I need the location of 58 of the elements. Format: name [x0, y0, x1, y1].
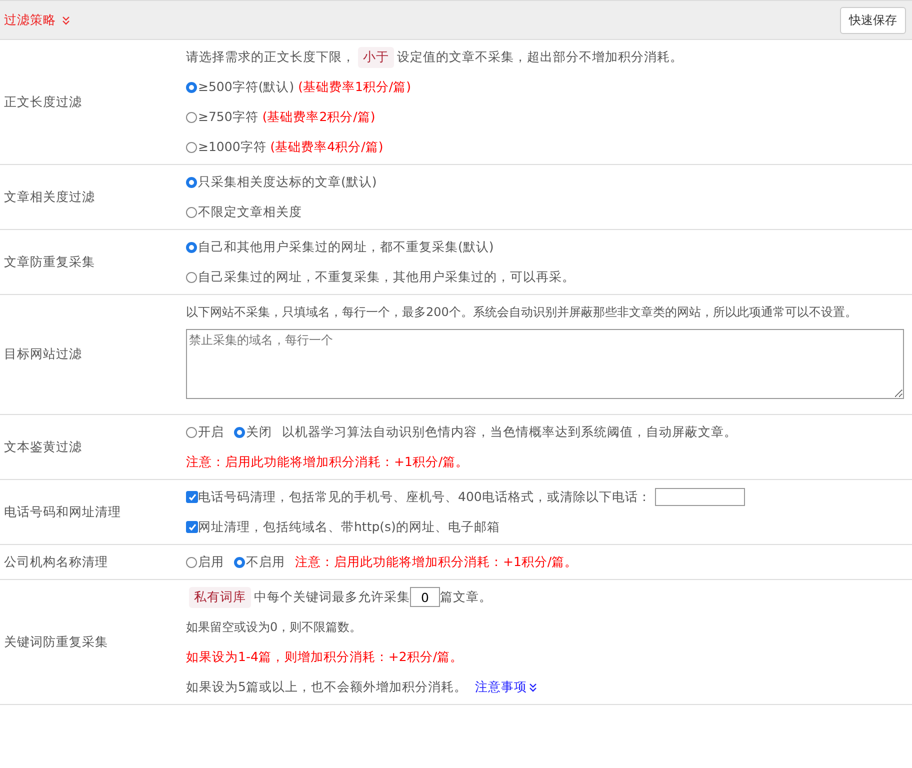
row-label: 文章相关度过滤 — [3, 188, 96, 206]
radio-button[interactable] — [186, 206, 197, 218]
notes-link[interactable]: 注意事项 — [474, 678, 537, 696]
radio-button[interactable] — [186, 112, 197, 122]
radio-button[interactable] — [186, 556, 197, 568]
option-label[interactable]: 电话号码清理，包括常见的手机号、座机号、400电话格式，或清除以下电话： — [198, 488, 651, 506]
checkbox[interactable] — [186, 521, 198, 533]
phone-input-field[interactable] — [654, 488, 745, 506]
option-label[interactable]: 关闭 — [246, 424, 272, 440]
description-text: 以下网站不采集，只填域名，每行一个，最多200个。系统会自动识别并屏蔽那些非文章类的网站，所以此项通常可以不设置。 — [186, 304, 858, 321]
option-label[interactable]: 自己采集过的网址，不重复采集，其他用户采集过的，可以再采。 — [198, 268, 575, 286]
radio-button[interactable] — [234, 426, 245, 438]
description-text: 中每个关键词最多允许采集 — [254, 588, 410, 606]
description-text: 如果留空或设为0，则不限篇数。 — [186, 619, 363, 636]
checkbox[interactable] — [186, 491, 198, 503]
radio-button[interactable] — [186, 176, 197, 188]
radio-button[interactable] — [186, 272, 197, 282]
option-label[interactable]: 不启用 — [246, 554, 285, 570]
domain-input-field[interactable]: 禁止采集的域名，每行一个 — [186, 329, 904, 399]
row-label: 正文长度过滤 — [3, 94, 83, 110]
option-label[interactable]: 启用 — [198, 554, 224, 570]
row-label: 公司机构名称清理 — [3, 554, 109, 570]
option-label[interactable]: 开启 — [198, 424, 224, 440]
option-label[interactable]: 自己和其他用户采集过的网址，都不重复采集(默认) — [198, 238, 494, 256]
option-label[interactable]: 不限定文章相关度 — [198, 204, 302, 220]
row-label: 电话号码和网址清理 — [3, 504, 122, 520]
radio-button[interactable] — [186, 426, 197, 438]
radio-button[interactable] — [234, 556, 245, 568]
option-label[interactable]: 只采集相关度达标的文章(默认) — [198, 174, 377, 190]
radio-button[interactable] — [186, 242, 197, 252]
row-label: 文章防重复采集 — [3, 254, 96, 270]
row-label: 文本鉴黄过滤 — [3, 438, 83, 456]
fee-note: (基础费率1积分/篇) — [298, 78, 412, 96]
row-label: 关键词防重复采集 — [3, 634, 109, 650]
radio-button[interactable] — [186, 82, 197, 92]
fee-note: (基础费率4积分/篇) — [270, 138, 384, 156]
option-label[interactable]: ≥1000字符 — [198, 138, 266, 156]
radio-button[interactable] — [186, 142, 197, 152]
count-input-field[interactable]: 0 — [410, 587, 440, 607]
section-title[interactable]: 过滤策略 — [4, 12, 56, 28]
quick-save-button[interactable]: 快速保存 — [840, 6, 906, 34]
option-label[interactable]: ≥750字符 — [198, 108, 258, 126]
description-text: 如果设为5篇或以上，也不会额外增加积分消耗。 — [186, 678, 467, 696]
row-label: 目标网站过滤 — [3, 346, 83, 363]
chevron-down-icon[interactable] — [528, 682, 537, 692]
fee-note: (基础费率2积分/篇) — [262, 108, 376, 126]
chevron-down-icon[interactable] — [62, 16, 70, 24]
warning-text: 注意：启用此功能将增加积分消耗：+1积分/篇。 — [295, 554, 578, 570]
option-label[interactable]: 网址清理，包括纯域名、带http(s)的网址、电子邮箱 — [198, 518, 500, 536]
tag: 私有词库 — [189, 586, 251, 608]
tag: 小于 — [358, 46, 394, 68]
description-text: 请选择需求的正文长度下限， — [186, 48, 355, 66]
option-label[interactable]: ≥500字符(默认) — [198, 78, 294, 96]
warning-text: 注意：启用此功能将增加积分消耗：+1积分/篇。 — [186, 452, 470, 470]
description-text: 以机器学习算法自动识别色情内容，当色情概率达到系统阈值，自动屏蔽文章。 — [282, 424, 737, 440]
description-text: 设定值的文章不采集，超出部分不增加积分消耗。 — [397, 48, 683, 66]
warning-text: 如果设为1-4篇，则增加积分消耗：+2积分/篇。 — [186, 648, 464, 666]
description-text: 篇文章。 — [440, 588, 492, 606]
